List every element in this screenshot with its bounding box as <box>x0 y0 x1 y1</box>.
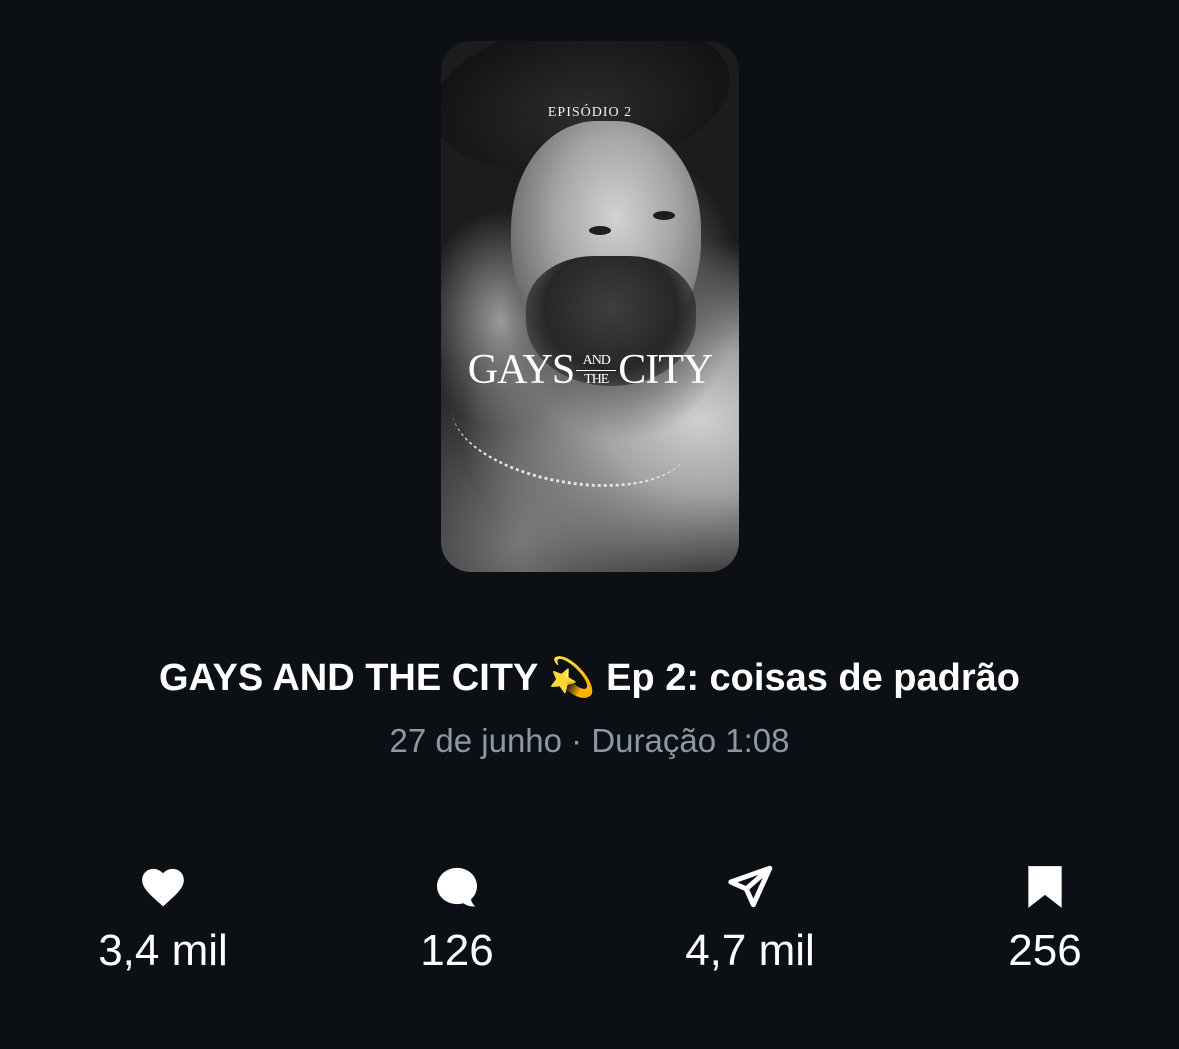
cover-title-gays: GAYS <box>467 347 575 393</box>
cover-title-and: AND <box>582 352 611 368</box>
cover-title-the: THE <box>584 371 609 387</box>
episode-cover-thumbnail[interactable]: EPISÓDIO 2 GAYS AND THE CITY <box>441 41 739 572</box>
cover-show-title: GAYS AND THE CITY <box>441 349 739 391</box>
post-title: GAYS AND THE CITY 💫 Ep 2: coisas de padr… <box>158 657 1020 699</box>
bookmark-button[interactable]: 256 <box>935 862 1155 976</box>
like-button[interactable]: 3,4 mil <box>53 862 273 976</box>
share-button[interactable]: 4,7 mil <box>640 862 860 976</box>
cover-title-city: CITY <box>618 347 713 393</box>
heart-icon <box>142 868 184 907</box>
bookmark-icon <box>1028 866 1062 908</box>
cover-title-and-the: AND THE <box>576 352 617 387</box>
cover-photo-eye <box>653 211 675 220</box>
share-count: 4,7 mil <box>685 926 815 975</box>
bookmark-count: 256 <box>1008 926 1082 975</box>
cover-title-rule <box>576 369 617 371</box>
reply-button[interactable]: 126 <box>347 862 567 976</box>
reply-count: 126 <box>420 926 494 975</box>
post-meta: 27 de junho · Duração 1:08 <box>389 722 790 759</box>
cover-photo-eye <box>589 226 611 235</box>
like-count: 3,4 mil <box>98 926 228 975</box>
speech-bubble-icon <box>437 867 477 907</box>
send-icon <box>728 865 773 908</box>
cover-episode-label: EPISÓDIO 2 <box>547 105 633 120</box>
